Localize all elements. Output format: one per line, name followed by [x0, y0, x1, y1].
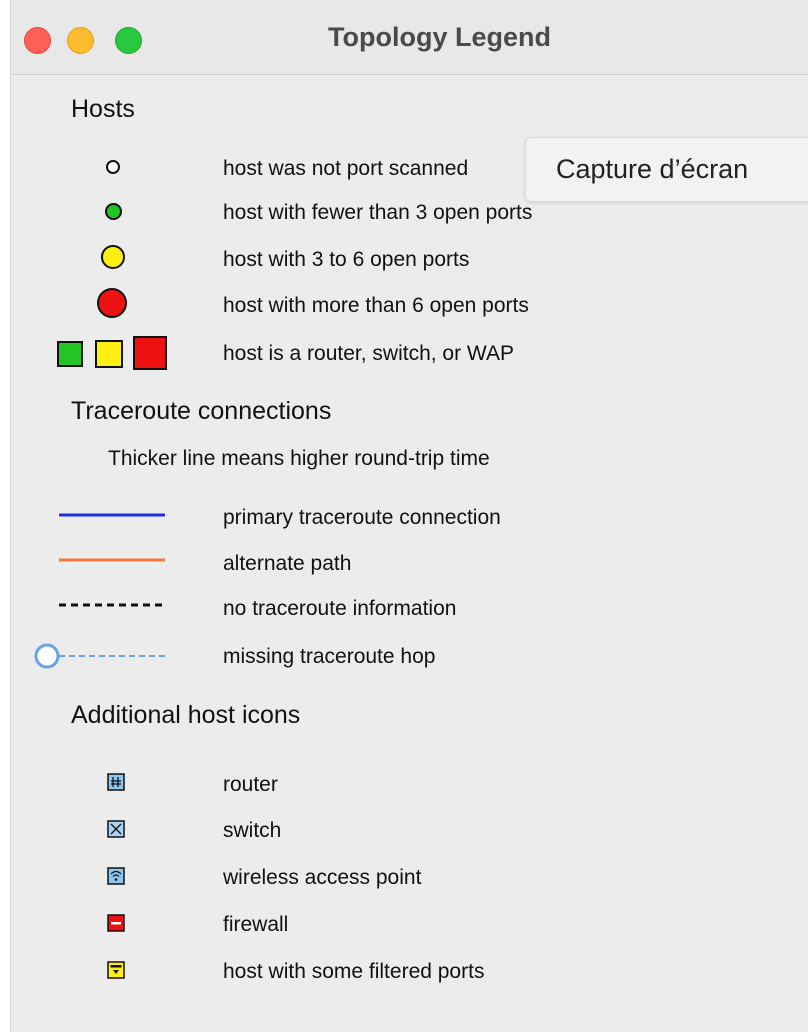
missing-hop-line-icon: [34, 643, 168, 669]
window-title: Topology Legend: [328, 22, 551, 52]
black-dashed-line-icon: [59, 603, 165, 607]
title-bar: Topology Legend: [11, 0, 808, 75]
traceroute-heading: Traceroute connections: [71, 397, 332, 425]
filtered-ports-icon: [107, 961, 125, 979]
screenshot-tooltip: Capture d’écran: [525, 137, 808, 202]
legend-label-alternate: alternate path: [223, 552, 352, 575]
hosts-heading: Hosts: [71, 95, 135, 123]
legend-label-router-switch-wap: host is a router, switch, or WAP: [223, 342, 514, 365]
legend-label-primary: primary traceroute connection: [223, 506, 501, 529]
router-squares-icon: [57, 336, 177, 370]
legend-label-fewer-than-3: host with fewer than 3 open ports: [223, 201, 533, 224]
wireless-access-point-icon: [107, 867, 125, 885]
green-circle-icon: [105, 203, 122, 220]
red-circle-icon: [97, 288, 127, 318]
legend-label-not-scanned: host was not port scanned: [223, 157, 469, 180]
legend-label-no-info: no traceroute information: [223, 597, 457, 620]
router-icon: [107, 773, 125, 791]
legend-label-missing-hop: missing traceroute hop: [223, 645, 436, 668]
tooltip-text: Capture d’écran: [556, 154, 749, 184]
legend-content: Hosts host was not port scanned host wit…: [11, 75, 808, 1032]
switch-icon: [107, 820, 125, 838]
blue-line-icon: [59, 513, 165, 517]
firewall-icon: [107, 914, 125, 932]
legend-label-firewall: firewall: [223, 913, 289, 936]
legend-label-3-to-6: host with 3 to 6 open ports: [223, 248, 470, 271]
additional-heading: Additional host icons: [71, 701, 301, 729]
legend-label-router: router: [223, 773, 278, 796]
legend-label-switch: switch: [223, 819, 282, 842]
legend-label-more-than-6: host with more than 6 open ports: [223, 294, 529, 317]
traceroute-note: Thicker line means higher round-trip tim…: [108, 447, 490, 470]
white-circle-icon: [106, 160, 120, 174]
orange-line-icon: [59, 558, 165, 562]
yellow-circle-icon: [101, 245, 125, 269]
legend-label-wap: wireless access point: [223, 866, 422, 889]
legend-label-filtered-ports: host with some filtered ports: [223, 960, 485, 983]
